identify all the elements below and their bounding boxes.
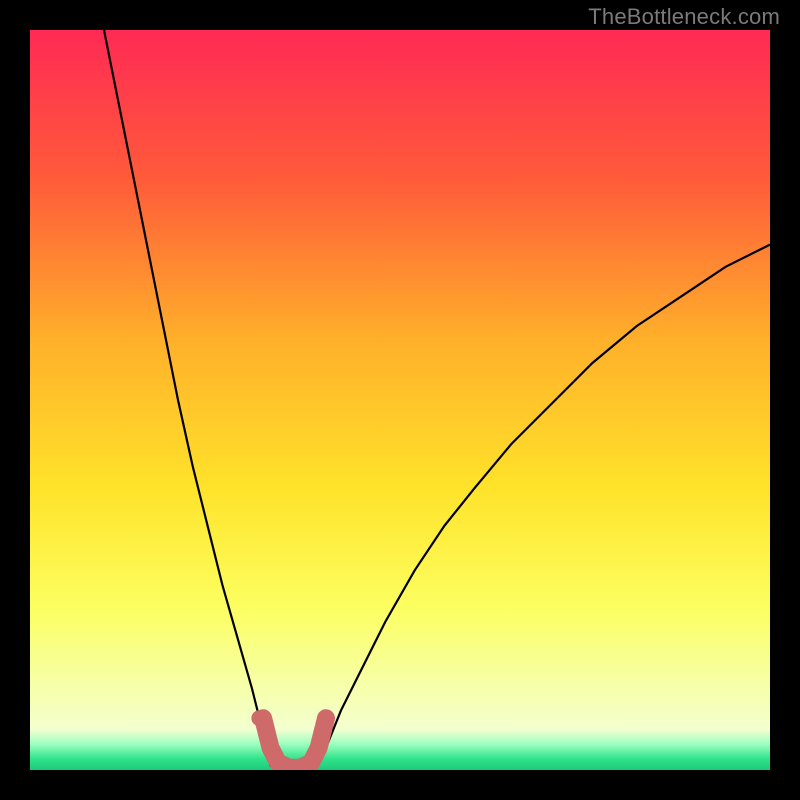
optimum-marker-dot [251, 710, 267, 726]
gradient-background [30, 30, 770, 770]
outer-frame: TheBottleneck.com [0, 0, 800, 800]
chart-svg [30, 30, 770, 770]
chart-plot-area [30, 30, 770, 770]
watermark-text: TheBottleneck.com [588, 4, 780, 30]
